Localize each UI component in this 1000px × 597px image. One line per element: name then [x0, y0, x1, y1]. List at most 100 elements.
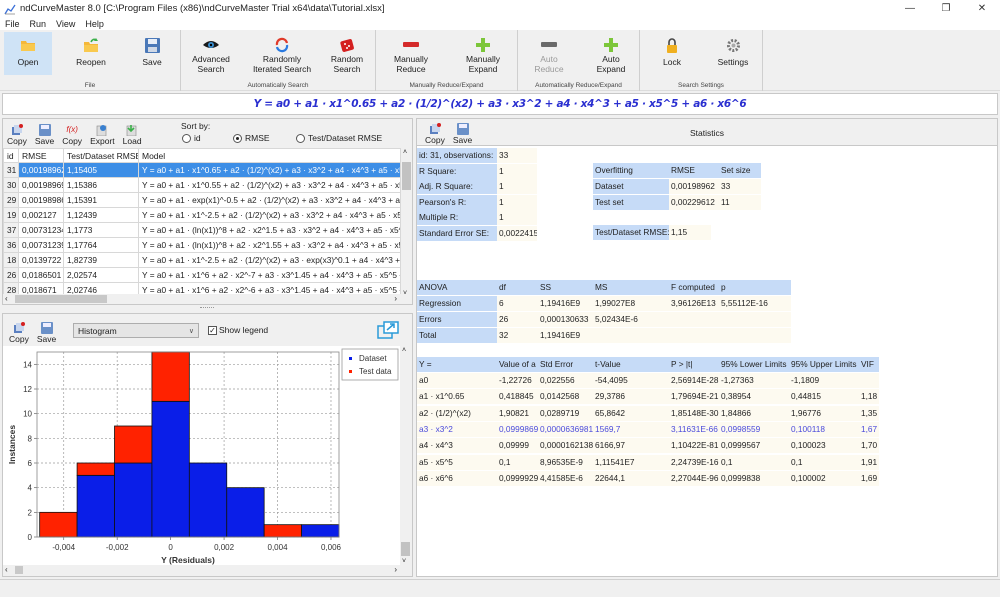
coefficient-cell: 6166,97: [593, 438, 669, 454]
pop-out-window-icon[interactable]: [377, 321, 399, 339]
chart-save-button[interactable]: Save: [37, 321, 56, 344]
coefficient-cell: a1 · x1^0.65: [417, 389, 497, 405]
chart-type-select[interactable]: Histogram ∨: [73, 323, 199, 338]
manually-reduce-button[interactable]: Manually Reduce: [386, 32, 436, 75]
histogram-bar-dataset: [226, 487, 265, 538]
model-row[interactable]: 30 0,00198969 1,15386 Y = a0 + a1 · x1^0.55…: [3, 177, 401, 193]
model-formula-cell: Y = a0 + a1 · (ln(x1))^8 + a2 · x2^1.5 +…: [138, 222, 401, 238]
random-search-label-1: Random: [330, 54, 364, 64]
model-ratio-cell: 1,82739: [63, 252, 139, 268]
model-formula-cell: Y = a0 + a1 · x1^0.65 + a2 · (1/2)^(x2) …: [138, 162, 401, 178]
coefficient-cell: -54,4095: [593, 373, 669, 388]
model-row[interactable]: 18 0,0139722 1,82739 Y = a0 + a1 · x1^-2.5 …: [3, 252, 401, 268]
window-title: ndCurveMaster 8.0 [C:\Program Files (x86…: [20, 3, 385, 14]
column-header-rmse[interactable]: RMSE: [18, 148, 64, 163]
load-button[interactable]: Load: [123, 123, 142, 146]
manually-reduce-label-1: Manually: [393, 54, 429, 64]
scroll-left-icon[interactable]: ‹: [5, 565, 8, 574]
menu-file[interactable]: File: [0, 19, 25, 29]
manually-expand-label-1: Manually: [465, 54, 501, 64]
auto-expand-label-1: Auto: [602, 54, 620, 64]
manually-expand-button[interactable]: Manually Expand: [458, 32, 508, 75]
coefficient-cell: 0,100002: [789, 470, 859, 486]
auto-expand-button[interactable]: Auto Expand: [588, 32, 634, 75]
scroll-up-icon[interactable]: ˄: [403, 149, 407, 156]
panel-splitter[interactable]: [200, 307, 214, 309]
coefficient-cell: 0,1: [719, 454, 789, 470]
chart-horizontal-scrollbar[interactable]: ‹ ›: [3, 565, 401, 575]
show-legend-checkbox[interactable]: ✓ Show legend: [208, 325, 268, 335]
menu-view[interactable]: View: [51, 19, 80, 29]
close-button[interactable]: ✕: [964, 0, 1000, 17]
chart-type-value: Histogram: [78, 325, 117, 336]
copy-formula-button[interactable]: f(x) Copy: [62, 123, 82, 147]
scroll-down-icon[interactable]: ˅: [402, 558, 406, 565]
minimize-button[interactable]: —: [892, 0, 928, 17]
y-tick-label: 14: [23, 360, 32, 369]
anova-cell: Total: [417, 328, 497, 343]
chart-copy-button[interactable]: Copy: [9, 321, 29, 344]
ribbon-group-auto-reduce: Auto Reduce Auto Expand Automatically Re…: [518, 30, 640, 91]
models-save-button[interactable]: Save: [35, 123, 54, 146]
scroll-right-icon[interactable]: ›: [394, 294, 397, 303]
model-row[interactable]: 36 0,00731239 1,17764 Y = a0 + a1 · (ln(x1)…: [3, 237, 401, 253]
scrollbar-thumb[interactable]: [401, 542, 410, 556]
histogram-bar-dataset: [151, 400, 190, 538]
scroll-right-icon[interactable]: ›: [394, 565, 397, 574]
scrollbar-thumb[interactable]: [15, 566, 23, 574]
anova-cell: [719, 328, 791, 343]
reopen-button[interactable]: Reopen: [66, 32, 116, 75]
save-button[interactable]: Save: [132, 32, 172, 75]
histogram-bar-test-data: [39, 511, 78, 538]
model-row[interactable]: 37 0,00731234 1,1773 Y = a0 + a1 · (ln(x1))…: [3, 222, 401, 238]
scroll-up-icon[interactable]: ˄: [402, 347, 406, 354]
models-vertical-scrollbar[interactable]: ˄ ˅: [401, 148, 412, 298]
model-id-cell: 29: [3, 192, 19, 208]
model-row[interactable]: 26 0,0186501 2,02574 Y = a0 + a1 · x1^6 + a…: [3, 267, 401, 283]
scrollbar-thumb[interactable]: [15, 295, 107, 303]
auto-reduce-button[interactable]: Auto Reduce: [526, 32, 572, 75]
coefficient-cell: a4 · x4^3: [417, 438, 497, 454]
settings-button[interactable]: Settings: [710, 32, 756, 75]
column-header-ratio[interactable]: Test/Dataset RMSE: [63, 148, 139, 163]
model-ratio-cell: 1,15386: [63, 177, 139, 193]
scroll-left-icon[interactable]: ‹: [5, 294, 8, 303]
models-copy-button[interactable]: Copy: [7, 123, 27, 146]
coefficient-cell: 0,44815: [789, 389, 859, 405]
menu-run[interactable]: Run: [25, 19, 52, 29]
lock-button[interactable]: Lock: [650, 32, 694, 75]
auto-reduce-label-1: Auto: [540, 54, 558, 64]
sort-radio-test-dataset-rmse[interactable]: Test/Dataset RMSE: [296, 133, 382, 143]
open-button[interactable]: Open: [4, 32, 52, 75]
model-row[interactable]: 29 0,00198986 1,15391 Y = a0 + a1 · exp(x1)…: [3, 192, 401, 208]
coefficients-header: t-Value: [593, 357, 669, 372]
randomly-iterated-search-button[interactable]: Randomly Iterated Search: [251, 32, 313, 75]
coefficient-cell: 0,1: [497, 454, 538, 470]
export-button[interactable]: Export: [90, 123, 115, 146]
floppy-disk-icon: [144, 37, 160, 53]
histogram-bar-test-data: [263, 524, 302, 538]
randomly-iterated-label-1: Randomly: [262, 54, 302, 64]
y-tick-label: 2: [28, 508, 33, 517]
test-dataset-rmse-label: Test/Dataset RMSE:: [593, 225, 669, 240]
column-header-id[interactable]: id: [3, 148, 19, 163]
histogram-bar-dataset: [76, 474, 115, 538]
coefficient-cell: 1,79694E-21: [669, 389, 719, 405]
random-search-button[interactable]: Random Search: [327, 32, 367, 75]
model-row[interactable]: 19 0,002127 1,12439 Y = a0 + a1 · x1^-2.5 +…: [3, 207, 401, 223]
model-row[interactable]: 31 0,00198962 1,15405 Y = a0 + a1 · x1^0.65…: [3, 162, 401, 178]
scrollbar-thumb[interactable]: [402, 162, 411, 190]
scroll-down-icon[interactable]: ˅: [403, 290, 407, 297]
chart-panel: Copy Save Histogram ∨ ✓ Show legend 0 2 4 6…: [2, 313, 413, 577]
chart-vertical-scrollbar[interactable]: ˄ ˅: [400, 346, 411, 566]
models-horizontal-scrollbar[interactable]: ‹ ›: [3, 294, 401, 304]
menu-help[interactable]: Help: [80, 19, 109, 29]
column-header-model[interactable]: Model: [138, 148, 401, 163]
advanced-search-button[interactable]: Advanced Search: [187, 32, 235, 75]
histogram-chart-area: 0 2 4 6 8 10 12 14 -0,004 -0,002 0 0,002 0,004 0,006 Y…: [3, 346, 401, 566]
sort-radio-id[interactable]: id: [182, 133, 201, 143]
sort-radio-rmse[interactable]: RMSE: [233, 133, 270, 143]
radio-selected-icon: [233, 133, 242, 143]
restore-button[interactable]: ❐: [928, 0, 964, 17]
model-formula: Y = a0 + a1 · x1^0.65 + a2 · (1/2)^(x2) …: [2, 93, 998, 115]
